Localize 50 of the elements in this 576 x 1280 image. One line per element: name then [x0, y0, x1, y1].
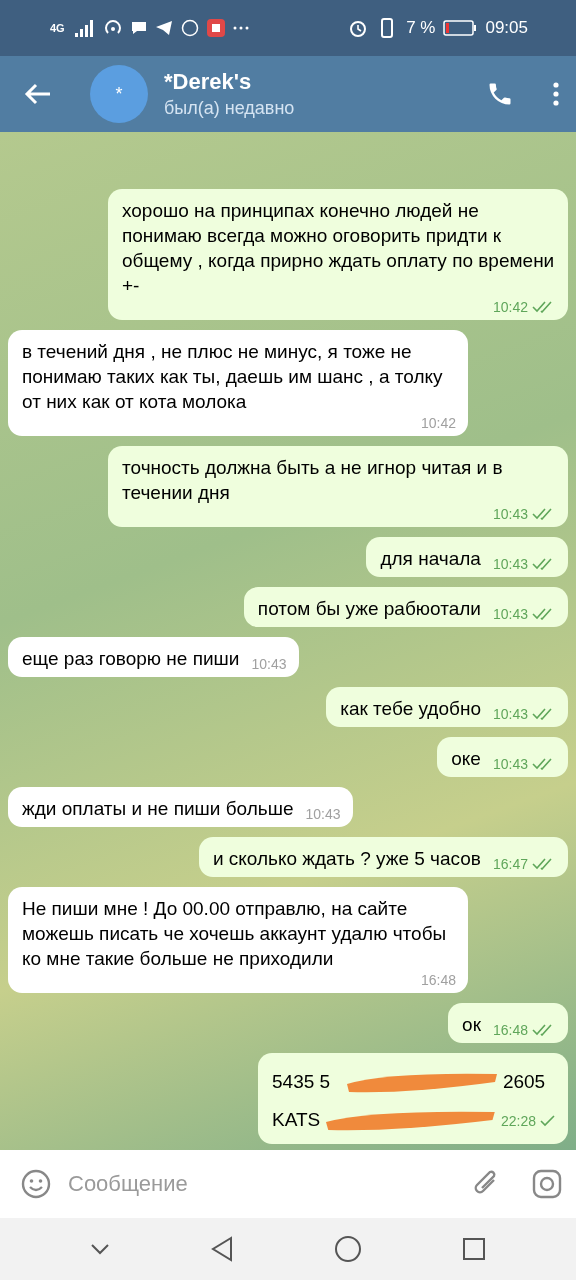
- app-icon: [206, 19, 225, 37]
- battery-percent: 7 %: [406, 18, 436, 38]
- message-text: потом бы уже рабюотали: [257, 597, 481, 621]
- send-icon: [154, 20, 173, 36]
- back-nav-button[interactable]: [210, 1236, 234, 1262]
- avatar[interactable]: *: [90, 65, 148, 123]
- message-time: 10:43: [492, 505, 556, 523]
- emoji-button[interactable]: [20, 1168, 52, 1200]
- message-text: 2605: [502, 1069, 546, 1094]
- message-text: 5435 5: [272, 1069, 331, 1094]
- message-time: 16:48: [420, 971, 456, 989]
- message-time: 10:43: [305, 805, 341, 823]
- message-text: для начала: [380, 547, 481, 571]
- message-text: Не пиши мне ! До 00.00 отправлю, на сайте можешь писать че хочешь аккаунт удалю чтобы ко мне такие больше не приходили: [22, 897, 448, 971]
- signal-icon: [72, 19, 95, 37]
- message-input[interactable]: Сообщение: [66, 1170, 458, 1198]
- message-time: 10:43: [492, 605, 556, 623]
- recents-button[interactable]: [462, 1237, 486, 1261]
- message-text: ок: [462, 1013, 481, 1037]
- message-text: точность должна быть а не игнор читая и в течении дня: [122, 456, 504, 505]
- camera-button[interactable]: [532, 1169, 562, 1199]
- message-time: 10:43: [251, 655, 287, 673]
- message-time: 10:42: [420, 414, 456, 432]
- home-button[interactable]: [334, 1235, 362, 1263]
- message-text: оке: [451, 747, 481, 771]
- message-time: 10:43: [492, 555, 556, 573]
- message-time: 22:28: [500, 1111, 556, 1130]
- chat-icon: [130, 21, 147, 35]
- battery-icon: [443, 20, 478, 36]
- message-text: еще раз говорю не пиши: [22, 647, 240, 671]
- message-time: 10:43: [492, 755, 556, 773]
- chat-title: *Derek's: [164, 69, 253, 95]
- last-seen-status: был(а) недавно: [164, 98, 296, 119]
- message-time: 16:48: [492, 1021, 556, 1039]
- alarm-icon: [348, 18, 369, 38]
- message-text: и сколько ждать ? уже 5 часов: [212, 847, 481, 871]
- clock-time: 09:05: [485, 18, 528, 38]
- signal-type: 4G: [50, 22, 65, 34]
- more-icon: [232, 26, 249, 30]
- message-text: хорошо на принципах конечно людей не понимаю всегда можно оговорить придти к общему , когда прирно ждать оплату по времени +-: [122, 199, 556, 298]
- message-time: 10:42: [492, 298, 556, 316]
- message-text: в течений дня , не плюс не минус, я тоже не понимаю таких как ты, даешь им шанс , а толку от них как от кота молока: [22, 340, 444, 414]
- collapse-button[interactable]: [90, 1243, 110, 1255]
- message-time: 10:43: [492, 705, 556, 723]
- back-button[interactable]: [24, 82, 52, 106]
- message-text: KATS: [272, 1107, 321, 1132]
- menu-button[interactable]: [552, 82, 560, 106]
- message-time: 16:47: [492, 855, 556, 873]
- message-text: как тебе удобно: [340, 697, 481, 721]
- message-text: жди оплаты и не пиши больше: [22, 797, 294, 821]
